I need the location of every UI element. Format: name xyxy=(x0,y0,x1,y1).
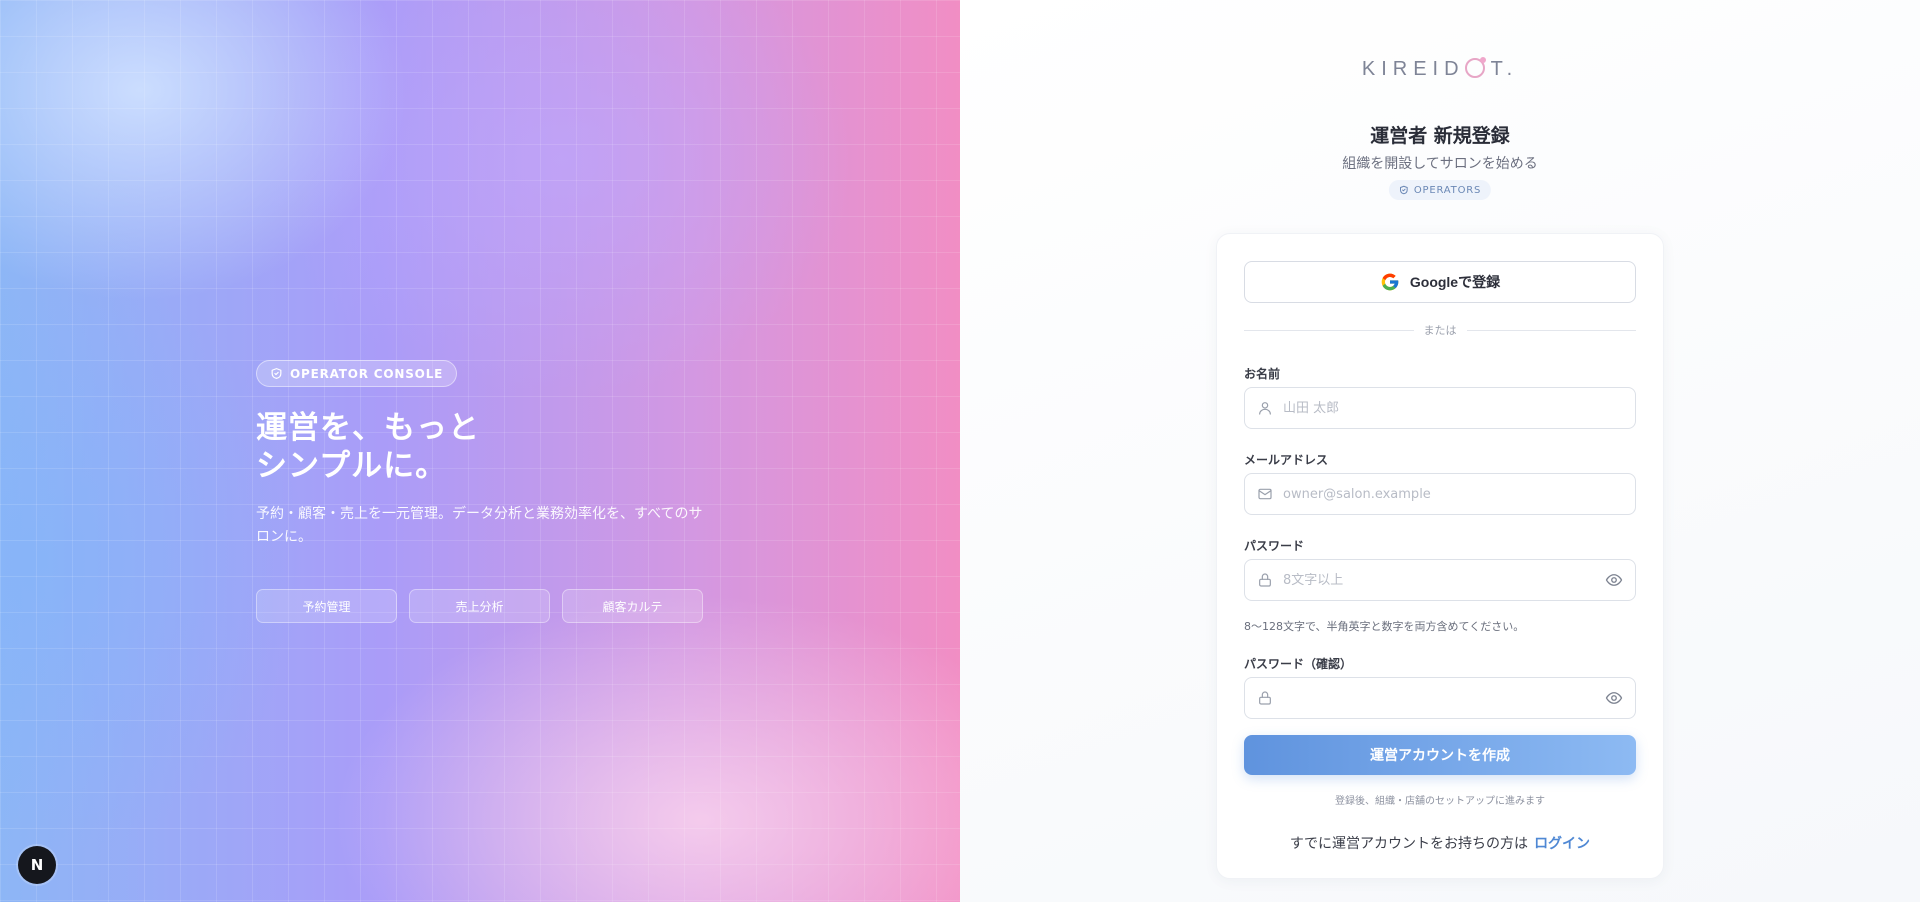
show-password-eye-icon[interactable] xyxy=(1605,571,1623,589)
create-account-button[interactable]: 運営アカウントを作成 xyxy=(1244,735,1636,775)
or-divider: または xyxy=(1244,323,1636,337)
operators-badge: OPERATORS xyxy=(1388,180,1492,200)
divider-line-right xyxy=(1466,329,1636,331)
name-input[interactable] xyxy=(1283,400,1623,416)
hero-panel: OPERATOR CONSOLE 運営を、もっと シンプルに。 予約・顧客・売上… xyxy=(0,0,960,902)
hero-title-line1: 運営を、もっと xyxy=(256,410,480,446)
password-field[interactable] xyxy=(1244,559,1636,601)
feature-pill-reservations: 予約管理 xyxy=(256,589,397,623)
hero-subtitle: 予約・顧客・売上を一元管理。データ分析と業務効率化を、すべてのサロンに。 xyxy=(256,506,703,545)
hero-title-line2: シンプルに。 xyxy=(256,448,448,484)
confirm-password-input[interactable] xyxy=(1283,690,1605,706)
operator-console-badge-text: OPERATOR CONSOLE xyxy=(290,366,444,381)
login-prompt-text: すでに運営アカウントをお持ちの方は xyxy=(1289,836,1529,852)
or-divider-text: または xyxy=(1423,324,1457,337)
page-subtitle: 組織を開設してサロンを始める xyxy=(1342,156,1538,172)
signup-panel: KIREID T. 運営者 新規登録 組織を開設してサロンを始める OPERATO… xyxy=(960,0,1920,902)
brand-logo-prefix: KIREID xyxy=(1361,58,1465,80)
google-signup-button[interactable]: Googleで登録 xyxy=(1244,261,1636,303)
logo-ring-icon xyxy=(1464,57,1486,78)
user-icon xyxy=(1259,402,1271,415)
login-link[interactable]: ログイン xyxy=(1534,836,1590,852)
show-confirm-password-eye-icon[interactable] xyxy=(1605,689,1623,707)
operator-console-badge: OPERATOR CONSOLE xyxy=(256,360,458,387)
signup-card: Googleで登録 または お名前 メールアドレス パスワード xyxy=(1216,233,1664,879)
name-field[interactable] xyxy=(1244,387,1636,429)
brand-logo: KIREID T. xyxy=(960,57,1920,81)
page-title: 運営者 新規登録 xyxy=(1370,125,1510,147)
confirm-password-field[interactable] xyxy=(1244,677,1636,719)
password-input[interactable] xyxy=(1283,572,1605,588)
operators-badge-text: OPERATORS xyxy=(1413,184,1482,196)
password-hint: 8〜128文字で、半角英字と数字を両方含めてください。 xyxy=(1244,620,1525,633)
login-prompt-row: すでに運営アカウントをお持ちの方は ログイン xyxy=(1217,833,1663,853)
lock-icon xyxy=(1259,573,1271,587)
feature-pills: 予約管理 売上分析 顧客カルテ xyxy=(256,589,726,623)
divider-line-left xyxy=(1244,329,1414,331)
google-icon xyxy=(1381,273,1399,291)
shield-check-icon xyxy=(271,368,282,379)
lock-icon xyxy=(1259,691,1271,705)
mail-icon xyxy=(1258,488,1272,500)
shield-check-icon xyxy=(1400,185,1408,195)
password-label: パスワード xyxy=(1244,539,1305,553)
after-signup-note: 登録後、組織・店舗のセットアップに進みます xyxy=(1335,796,1545,807)
hero-title: 運営を、もっと シンプルに。 xyxy=(256,409,726,485)
email-input[interactable] xyxy=(1283,486,1623,502)
email-field[interactable] xyxy=(1244,473,1636,515)
feature-pill-sales-analysis: 売上分析 xyxy=(409,589,550,623)
brand-logo-suffix: T. xyxy=(1490,58,1519,80)
name-label: お名前 xyxy=(1244,367,1281,381)
confirm-password-label: パスワード（確認） xyxy=(1244,657,1353,671)
email-label: メールアドレス xyxy=(1244,453,1329,467)
google-signup-label: Googleで登録 xyxy=(1409,274,1501,290)
hero-content: OPERATOR CONSOLE 運営を、もっと シンプルに。 予約・顧客・売上… xyxy=(256,360,726,623)
feature-pill-customer-records: 顧客カルテ xyxy=(562,589,703,623)
nextjs-dev-badge[interactable]: N xyxy=(18,846,56,884)
